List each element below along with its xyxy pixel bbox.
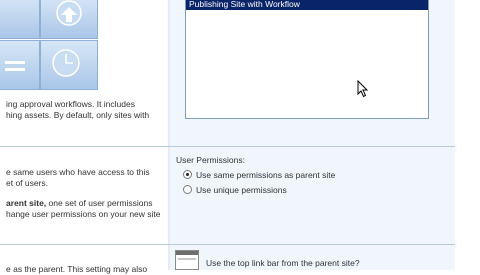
permissions-description-line: hange user permissions on your new site xyxy=(6,209,161,219)
list-lines-icon xyxy=(5,61,25,71)
permissions-description-line: e same users who have access to this xyxy=(6,167,150,177)
template-preview-image xyxy=(0,0,100,90)
template-listbox[interactable]: Publishing Site with Workflow xyxy=(185,0,429,119)
mouse-cursor-icon xyxy=(357,80,369,98)
template-description-line: hing assets. By default, only sites with xyxy=(6,110,150,120)
column-divider xyxy=(168,0,170,270)
top-link-bar-question: Use the top link bar from the parent sit… xyxy=(206,258,360,268)
permissions-description-text: one set of user permissions xyxy=(46,198,153,208)
page-edge xyxy=(455,0,480,270)
same-permissions-label[interactable]: Use same permissions as parent site xyxy=(196,170,335,180)
unique-permissions-label[interactable]: Use unique permissions xyxy=(196,185,287,195)
permissions-description-line: et of users. xyxy=(6,178,49,188)
permissions-emphasis: arent site, xyxy=(6,198,47,208)
same-permissions-radio[interactable] xyxy=(183,170,192,179)
permissions-description-line: arent site, one set of user permissions xyxy=(6,198,152,209)
template-description-line: ing approval workflows. It includes xyxy=(6,99,135,109)
top-link-bar-icon xyxy=(175,250,199,270)
upload-icon xyxy=(56,0,82,26)
template-list-item-selected[interactable]: Publishing Site with Workflow xyxy=(186,0,428,10)
clock-icon xyxy=(52,49,80,77)
unique-permissions-radio[interactable] xyxy=(183,185,192,194)
section-divider xyxy=(0,146,455,147)
section-divider xyxy=(0,244,455,245)
user-permissions-heading: User Permissions: xyxy=(176,155,245,165)
